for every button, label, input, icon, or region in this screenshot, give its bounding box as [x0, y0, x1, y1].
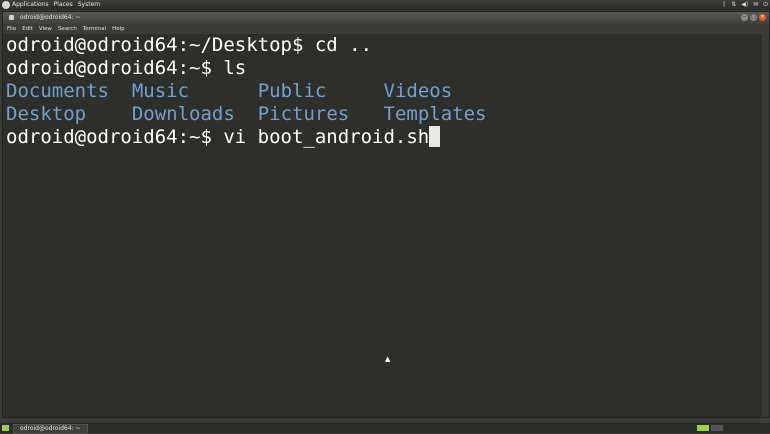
workspace-2[interactable] — [711, 425, 723, 431]
dir-pictures: Pictures — [257, 103, 350, 125]
dir-documents: Documents — [6, 80, 109, 102]
menu-places[interactable]: Places — [54, 0, 73, 10]
terminal-prompt-line: odroid@odroid64:~$ vi boot_android.sh — [6, 126, 764, 149]
show-desktop-icon[interactable] — [2, 425, 9, 431]
dir-music: Music — [131, 80, 190, 102]
terminal-scrollbar[interactable] — [762, 34, 769, 417]
dir-downloads: Downloads — [131, 103, 235, 125]
system-tray: ᛒ ⇅ ◀) ✉ ⏻ — [723, 0, 768, 10]
close-button[interactable]: × — [759, 14, 766, 21]
menu-system[interactable]: System — [78, 0, 100, 10]
dir-desktop: Desktop — [6, 103, 87, 125]
dir-videos: Videos — [383, 80, 453, 102]
window-title: odroid@odroid64: ~ — [20, 14, 81, 21]
mouse-pointer-icon: ▲ — [385, 355, 391, 363]
terminal-line: odroid@odroid64:~$ ls — [6, 57, 247, 79]
menu-applications[interactable]: Applications — [12, 0, 49, 10]
current-command: odroid@odroid64:~$ vi boot_android.sh — [6, 126, 430, 148]
minimize-button[interactable]: – — [741, 14, 748, 21]
top-panel: Applications Places System ᛒ ⇅ ◀) ✉ ⏻ — [0, 0, 770, 10]
terminal-line: odroid@odroid64:~/Desktop$ cd .. — [6, 34, 373, 56]
volume-icon[interactable]: ◀) — [741, 0, 748, 10]
power-icon[interactable]: ⏻ — [763, 0, 768, 10]
dir-public: Public — [257, 80, 327, 102]
network-icon[interactable]: ⇅ — [731, 0, 736, 10]
window-titlebar[interactable]: odroid@odroid64: ~ – □ × — [3, 12, 769, 24]
menu-view[interactable]: View — [39, 24, 52, 34]
ls-output-row: Documents Music Public Videos — [6, 80, 764, 103]
menu-help[interactable]: Help — [112, 24, 125, 34]
menu-file[interactable]: File — [7, 24, 16, 34]
menu-search[interactable]: Search — [58, 24, 77, 34]
dir-templates: Templates — [383, 103, 487, 125]
distro-logo-icon[interactable] — [2, 1, 10, 9]
menu-edit[interactable]: Edit — [22, 24, 33, 34]
terminal-icon — [9, 15, 14, 20]
maximize-button[interactable]: □ — [750, 14, 757, 21]
text-cursor — [429, 126, 441, 147]
bluetooth-icon[interactable]: ᛒ — [723, 0, 727, 10]
ls-output-row: Desktop Downloads Pictures Templates — [6, 103, 764, 126]
window-menubar: File Edit View Search Terminal Help — [3, 24, 769, 34]
menu-terminal[interactable]: Terminal — [83, 24, 106, 34]
terminal-output[interactable]: odroid@odroid64:~/Desktop$ cd .. odroid@o… — [3, 34, 764, 417]
workspace-1[interactable] — [697, 425, 709, 431]
mail-icon[interactable]: ✉ — [753, 0, 758, 10]
bottom-panel: odroid@odroid64: ~ — [0, 423, 770, 434]
